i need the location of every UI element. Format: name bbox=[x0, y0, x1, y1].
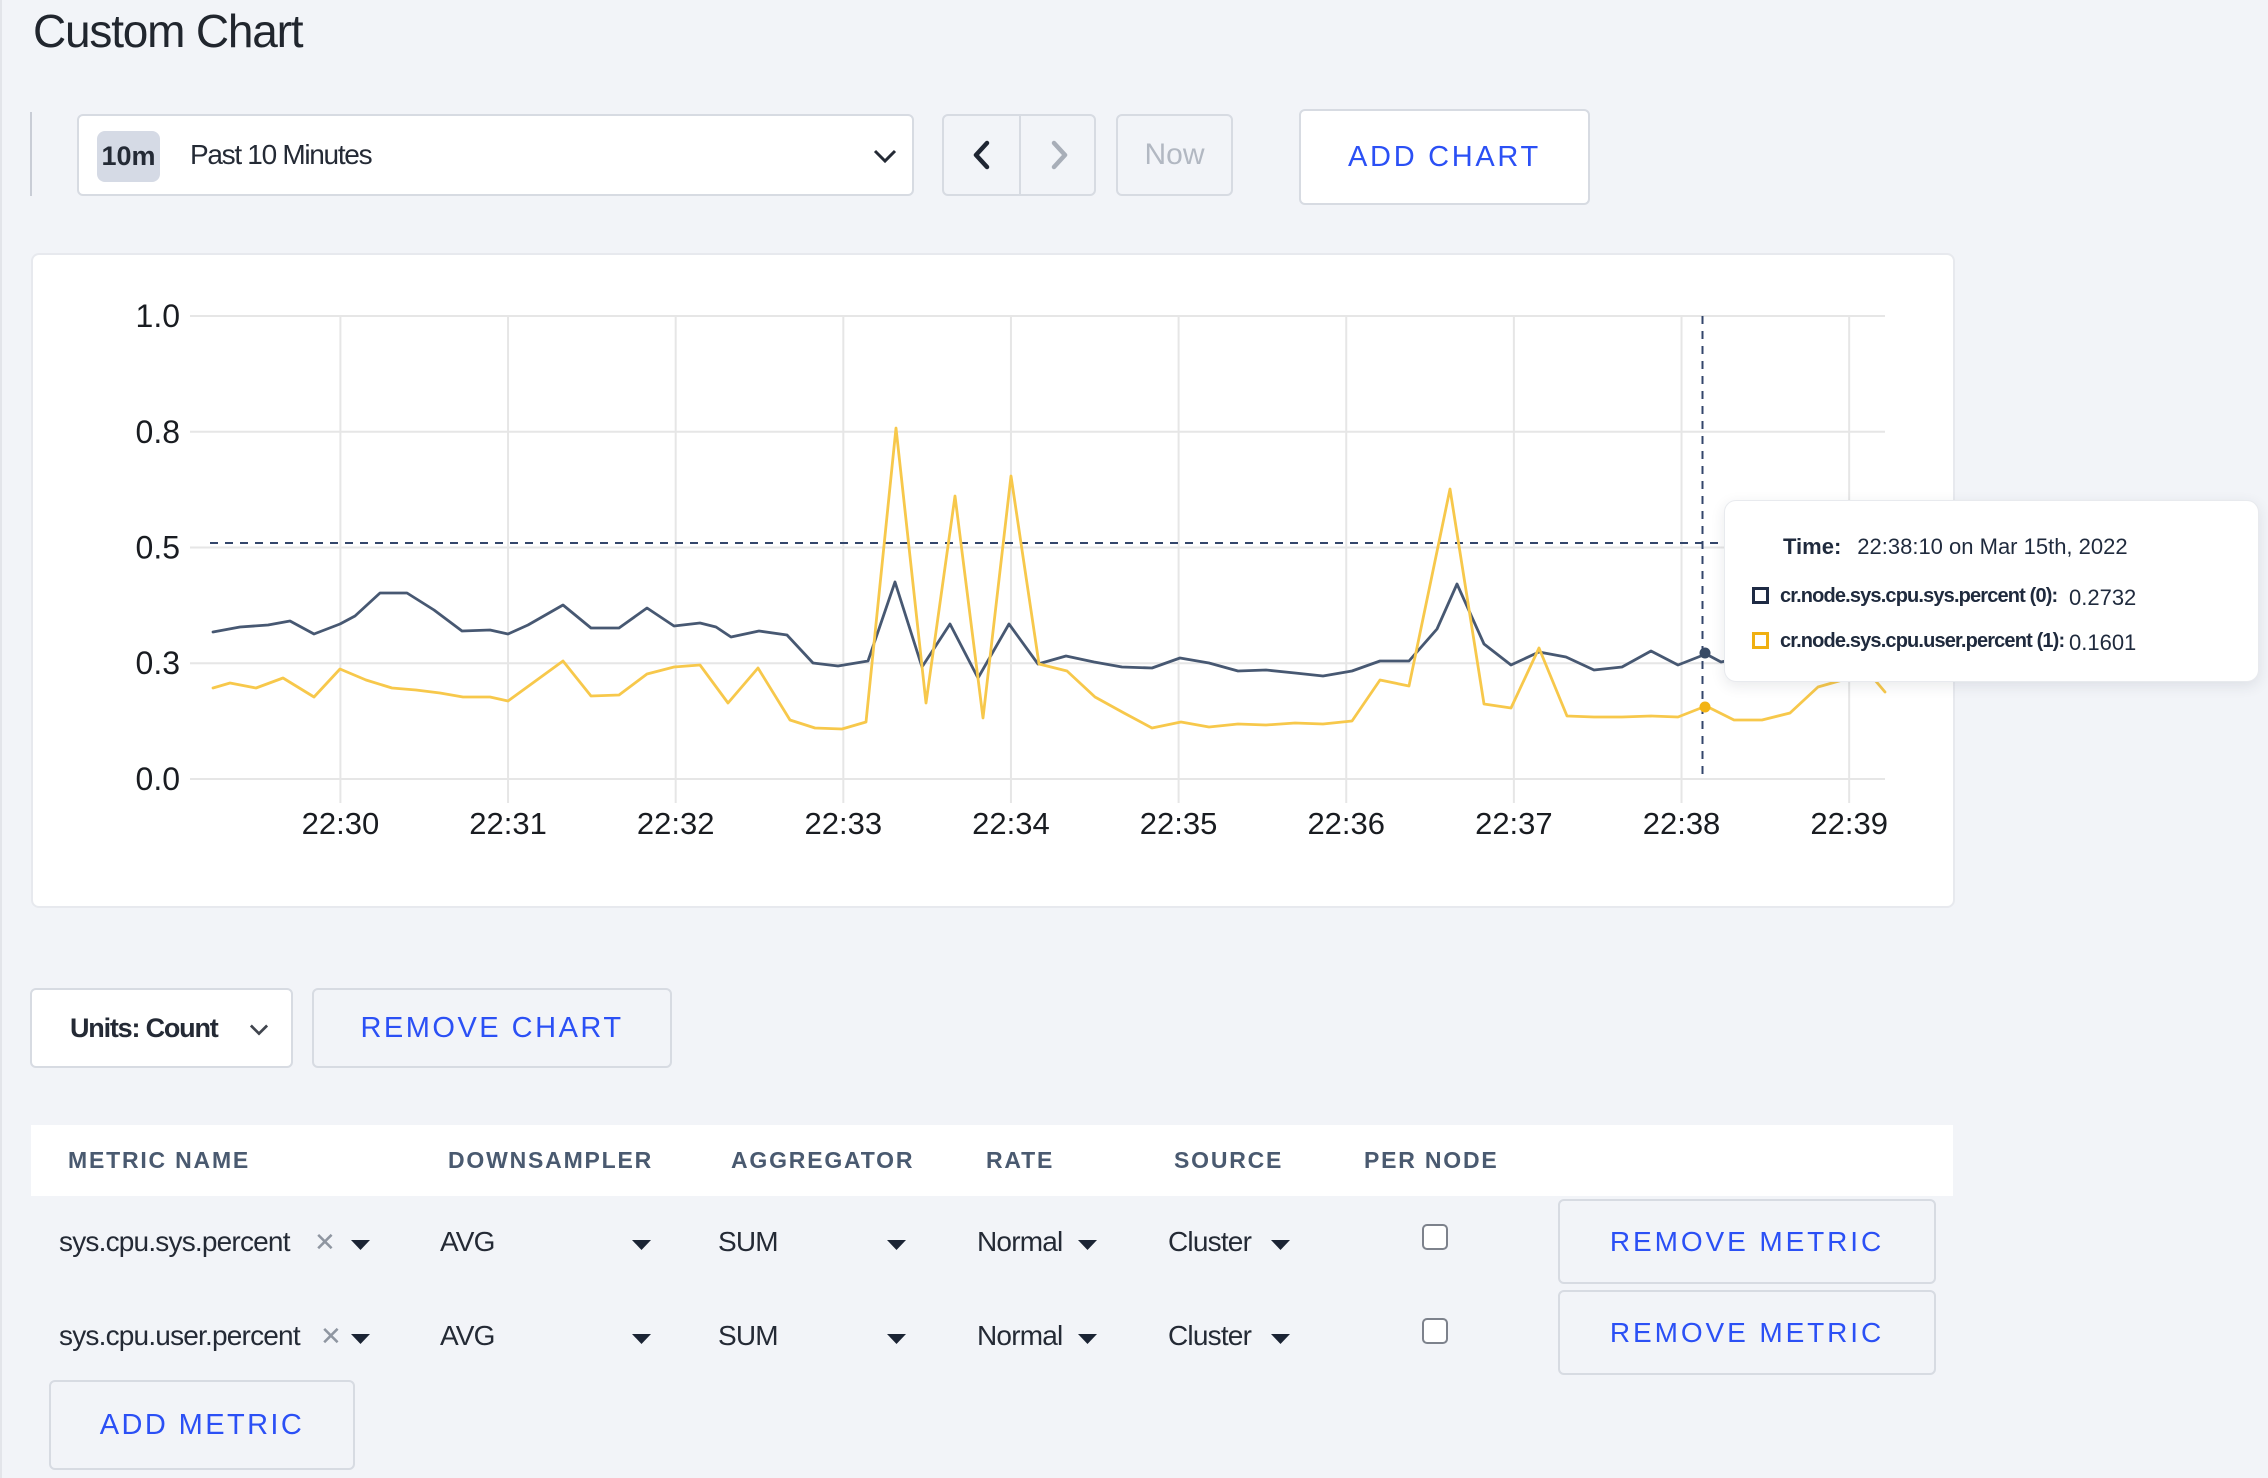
svg-text:22:30: 22:30 bbox=[302, 806, 380, 841]
svg-text:22:32: 22:32 bbox=[637, 806, 715, 841]
svg-text:0.8: 0.8 bbox=[136, 414, 180, 450]
svg-text:22:36: 22:36 bbox=[1307, 806, 1385, 841]
svg-text:22:31: 22:31 bbox=[469, 806, 547, 841]
svg-text:22:33: 22:33 bbox=[805, 806, 883, 841]
svg-text:22:38: 22:38 bbox=[1643, 806, 1721, 841]
svg-text:22:35: 22:35 bbox=[1140, 806, 1218, 841]
svg-text:22:39: 22:39 bbox=[1810, 806, 1888, 841]
svg-text:22:34: 22:34 bbox=[972, 806, 1050, 841]
svg-text:0.0: 0.0 bbox=[136, 761, 180, 797]
svg-text:0.5: 0.5 bbox=[136, 530, 180, 566]
svg-text:22:37: 22:37 bbox=[1475, 806, 1553, 841]
svg-text:1.0: 1.0 bbox=[136, 298, 180, 334]
svg-text:0.3: 0.3 bbox=[136, 645, 180, 681]
